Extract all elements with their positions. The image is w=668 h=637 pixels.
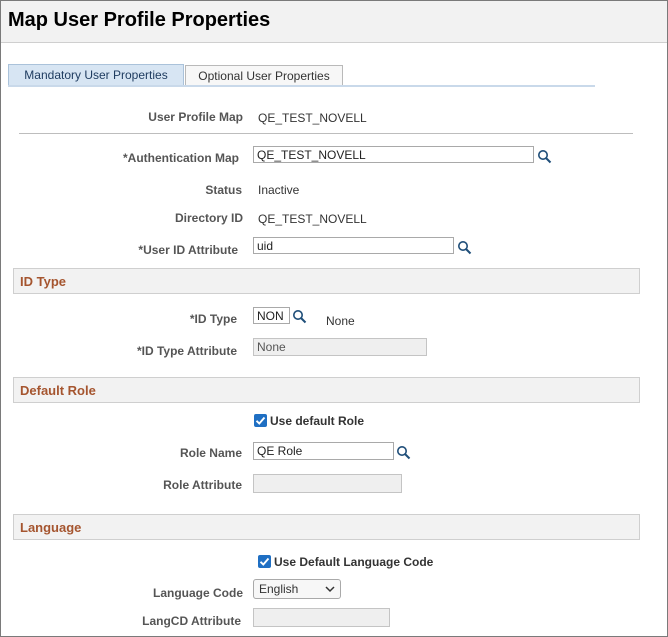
user-id-attribute-input[interactable]: uid [253, 237, 454, 254]
id-type-input[interactable]: NON [253, 307, 290, 324]
role-name-input[interactable]: QE Role [253, 442, 394, 460]
role-attribute-label: Role Attribute [163, 478, 242, 492]
tab-mandatory-user-properties[interactable]: Mandatory User Properties [8, 64, 184, 86]
use-default-language-checkbox[interactable] [258, 555, 271, 568]
user-id-attribute-label: *User ID Attribute [138, 243, 238, 257]
id-type-attribute-label: *ID Type Attribute [136, 344, 237, 358]
language-code-label: Language Code [152, 586, 243, 600]
role-attribute-field [253, 474, 402, 493]
title-bar: Map User Profile Properties [1, 1, 667, 43]
authentication-map-lookup-icon[interactable] [537, 149, 552, 164]
chevron-down-icon [325, 580, 335, 603]
id-type-section-header: ID Type [13, 268, 640, 294]
tab-underline [8, 85, 595, 87]
checkmark-icon [255, 416, 266, 425]
role-name-lookup-icon[interactable] [396, 445, 411, 460]
language-section-header: Language [13, 514, 640, 540]
use-default-role-checkbox[interactable] [254, 414, 267, 427]
langcd-attribute-label: LangCD Attribute [142, 614, 241, 628]
authentication-map-input[interactable]: QE_TEST_NOVELL [253, 146, 534, 163]
language-section-title: Language [20, 520, 82, 535]
role-name-label: Role Name [179, 446, 242, 460]
use-default-language-label: Use Default Language Code [274, 555, 434, 569]
default-role-section-header: Default Role [13, 377, 640, 403]
id-type-lookup-icon[interactable] [292, 309, 307, 324]
language-code-select[interactable]: English [253, 579, 341, 599]
default-role-section-title: Default Role [20, 383, 96, 398]
checkmark-icon [259, 557, 270, 566]
authentication-map-label: *Authentication Map [123, 151, 239, 165]
page-frame: Map User Profile Properties Mandatory Us… [0, 0, 668, 637]
id-type-description: None [326, 314, 355, 328]
id-type-label: *ID Type [189, 312, 237, 326]
id-type-section-title: ID Type [20, 274, 66, 289]
langcd-attribute-field [253, 608, 390, 627]
tab-optional-user-properties[interactable]: Optional User Properties [185, 65, 343, 86]
directory-id-value: QE_TEST_NOVELL [258, 212, 367, 226]
language-code-selected-value: English [259, 582, 299, 596]
status-value: Inactive [258, 183, 300, 197]
directory-id-label: Directory ID [174, 211, 243, 225]
divider [19, 133, 633, 134]
use-default-role-label: Use default Role [270, 414, 365, 428]
id-type-attribute-field: None [253, 338, 427, 356]
page-title: Map User Profile Properties [8, 9, 271, 31]
user-id-attribute-lookup-icon[interactable] [457, 240, 472, 255]
user-profile-map-value: QE_TEST_NOVELL [258, 111, 367, 125]
status-label: Status [205, 183, 242, 197]
user-profile-map-label: User Profile Map [148, 110, 243, 124]
